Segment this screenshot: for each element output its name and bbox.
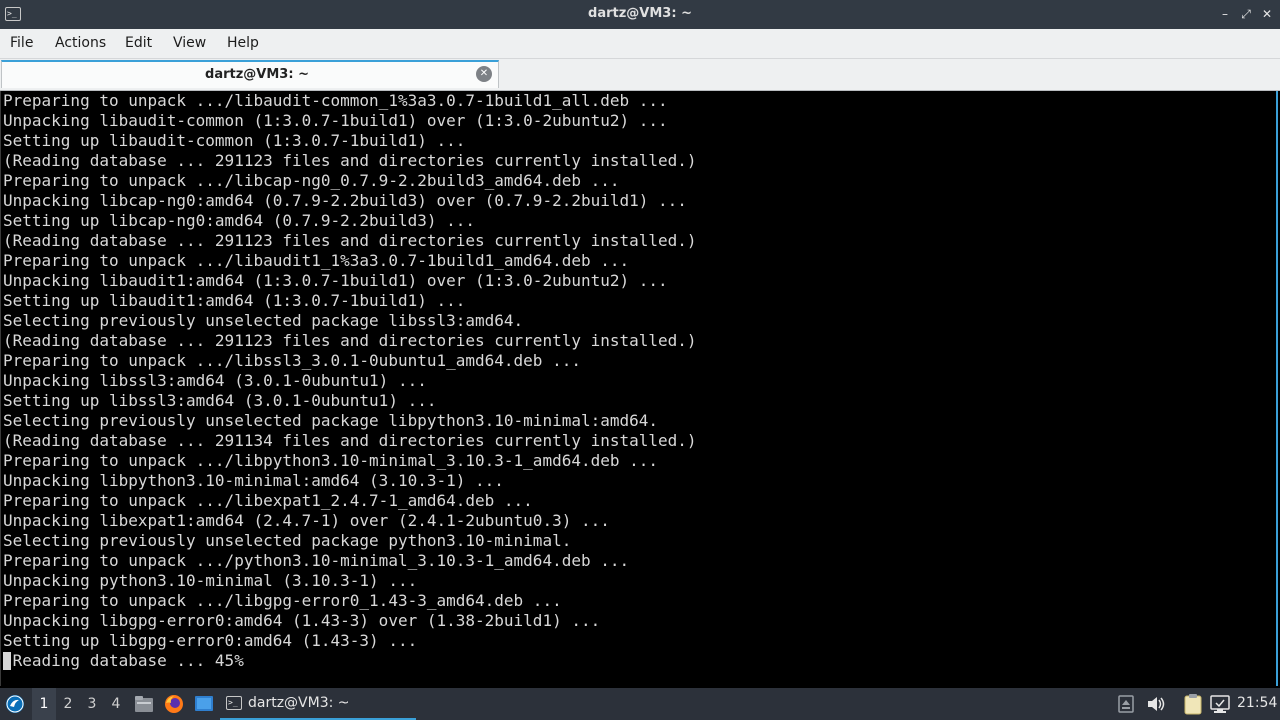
terminal-line: Setting up libgpg-error0:amd64 (1.43-3) … [3, 631, 418, 650]
menu-file[interactable]: File [10, 35, 33, 51]
terminal-line: Unpacking libssl3:amd64 (3.0.1-0ubuntu1)… [3, 371, 427, 390]
terminal-line: Unpacking libaudit-common (1:3.0.7-1buil… [3, 111, 668, 130]
terminal-line: Setting up libaudit-common (1:3.0.7-1bui… [3, 131, 466, 150]
volume-icon[interactable] [1146, 695, 1166, 717]
terminal-line: Unpacking libaudit1:amd64 (1:3.0.7-1buil… [3, 271, 668, 290]
terminal-line: Unpacking libcap-ng0:amd64 (0.7.9-2.2bui… [3, 191, 687, 210]
lubuntu-logo-icon[interactable] [5, 694, 25, 714]
show-desktop-icon[interactable] [194, 695, 214, 717]
terminal-line: Selecting previously unselected package … [3, 531, 572, 550]
window-title: dartz@VM3: ~ [588, 6, 692, 21]
terminal-line: Preparing to unpack .../libcap-ng0_0.7.9… [3, 171, 620, 190]
maximize-button[interactable]: ⤢ [1237, 5, 1255, 23]
keyboard-icon[interactable] [1118, 695, 1134, 717]
terminal-line: Setting up libaudit1:amd64 (1:3.0.7-1bui… [3, 291, 466, 310]
terminal-cursor [3, 652, 11, 670]
terminal-line: Preparing to unpack .../libpython3.10-mi… [3, 451, 659, 470]
terminal-line: (Reading database ... 291123 files and d… [3, 151, 697, 170]
tab-bar: dartz@VM3: ~ ✕ [0, 59, 1280, 91]
terminal-line: Preparing to unpack .../libaudit1_1%3a3.… [3, 251, 630, 270]
terminal-line-text: (Reading database ... 45% [3, 651, 244, 670]
clipboard-icon[interactable] [1183, 693, 1203, 719]
terminal-line: Unpacking python3.10-minimal (3.10.3-1) … [3, 571, 418, 590]
terminal-line: Unpacking libexpat1:amd64 (2.4.7-1) over… [3, 511, 610, 530]
terminal-line: Unpacking libpython3.10-minimal:amd64 (3… [3, 471, 504, 490]
terminal-line: Selecting previously unselected package … [3, 411, 659, 430]
menu-help[interactable]: Help [227, 35, 259, 51]
close-button[interactable]: ✕ [1258, 5, 1276, 23]
terminal-icon: >_ [226, 696, 242, 710]
terminal-line: Preparing to unpack .../libexpat1_2.4.7-… [3, 491, 533, 510]
workspace-3[interactable]: 3 [80, 688, 104, 720]
terminal-line: (Reading database ... 291123 files and d… [3, 231, 697, 250]
firefox-icon[interactable] [164, 694, 184, 718]
terminal-line: (Reading database ... 291123 files and d… [3, 331, 697, 350]
taskbar-task-label: dartz@VM3: ~ [248, 695, 350, 711]
terminal-line: (Reading database ... 45% [3, 651, 697, 671]
terminal-line: Unpacking libgpg-error0:amd64 (1.43-3) o… [3, 611, 601, 630]
terminal-line: Setting up libssl3:amd64 (3.0.1-0ubuntu1… [3, 391, 437, 410]
minimize-button[interactable]: – [1216, 5, 1234, 23]
terminal-line: Preparing to unpack .../libaudit-common_… [3, 91, 668, 110]
terminal-line: (Reading database ... 291134 files and d… [3, 431, 697, 450]
menu-view[interactable]: View [173, 35, 206, 51]
menu-actions[interactable]: Actions [55, 35, 106, 51]
terminal-line: Selecting previously unselected package … [3, 311, 524, 330]
menu-edit[interactable]: Edit [125, 35, 152, 51]
tab-label: dartz@VM3: ~ [205, 67, 309, 82]
workspace-1[interactable]: 1 [32, 688, 56, 720]
terminal-line: Preparing to unpack .../libgpg-error0_1.… [3, 591, 562, 610]
clock[interactable]: 21:54 [1237, 695, 1277, 711]
terminal-line: Setting up libcap-ng0:amd64 (0.7.9-2.2bu… [3, 211, 476, 230]
workspace-4[interactable]: 4 [104, 688, 128, 720]
window-titlebar[interactable]: >_ dartz@VM3: ~ – ⤢ ✕ [0, 0, 1280, 29]
menu-bar: File Actions Edit View Help [0, 29, 1280, 59]
terminal-line: Preparing to unpack .../python3.10-minim… [3, 551, 630, 570]
taskbar: 1 2 3 4 >_ dartz@VM3: ~ 21:54 [0, 688, 1280, 720]
workspace-2[interactable]: 2 [56, 688, 80, 720]
network-icon[interactable] [1210, 694, 1230, 718]
terminal-line: Preparing to unpack .../libssl3_3.0.1-0u… [3, 351, 581, 370]
terminal-lines: Preparing to unpack .../libaudit-common_… [3, 91, 697, 671]
close-circle-icon[interactable]: ✕ [476, 66, 492, 82]
tab-terminal[interactable]: dartz@VM3: ~ ✕ [1, 60, 499, 88]
taskbar-terminal-button[interactable]: >_ dartz@VM3: ~ [220, 688, 416, 720]
file-manager-icon[interactable] [134, 695, 154, 717]
terminal-output[interactable]: Preparing to unpack .../libaudit-common_… [0, 91, 1278, 686]
